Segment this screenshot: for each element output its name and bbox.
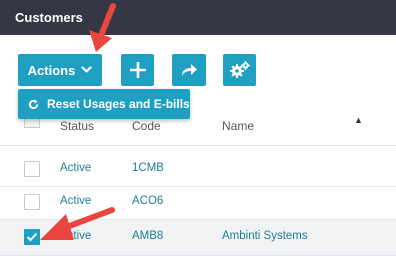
header-divider — [0, 145, 396, 146]
status-cell: Active — [60, 230, 92, 242]
name-cell[interactable]: Ambinti Systems — [222, 230, 308, 242]
menu-item-reset-usages[interactable]: Reset Usages and E-bills — [18, 89, 190, 119]
table-row[interactable]: Active 1CMB — [0, 152, 396, 187]
code-cell[interactable]: 1CMB — [132, 162, 164, 174]
status-cell: Active — [60, 162, 92, 174]
table-row[interactable]: Active ACO6 — [0, 185, 396, 220]
sort-ascending-icon[interactable]: ▲ — [354, 115, 363, 125]
status-cell: Active — [60, 195, 92, 207]
menu-item-label: Reset Usages and E-bills — [47, 97, 190, 111]
add-button[interactable] — [121, 54, 154, 86]
checkmark-icon — [26, 232, 38, 242]
row-divider — [0, 255, 396, 256]
row-checkbox-checked[interactable] — [24, 229, 40, 245]
select-all-checkbox[interactable] — [24, 119, 40, 128]
row-checkbox[interactable] — [24, 194, 40, 210]
code-cell[interactable]: AMB8 — [132, 230, 163, 242]
gears-icon — [229, 61, 250, 78]
refresh-icon — [28, 98, 39, 109]
table-row[interactable]: Active AMB8 Ambinti Systems — [0, 220, 396, 255]
column-header-code[interactable]: Code — [132, 119, 161, 133]
code-cell[interactable]: ACO6 — [132, 195, 163, 207]
plus-icon — [129, 62, 146, 78]
share-arrow-icon — [182, 64, 197, 76]
share-button[interactable] — [172, 54, 206, 86]
actions-dropdown-menu: Reset Usages and E-bills — [18, 89, 190, 119]
column-header-name[interactable]: Name — [222, 119, 254, 133]
app-header: Customers — [0, 0, 396, 35]
settings-button[interactable] — [223, 54, 256, 86]
chevron-down-icon — [81, 66, 92, 73]
actions-button[interactable]: Actions — [18, 54, 102, 86]
actions-button-label: Actions — [27, 62, 76, 78]
page-title: Customers — [15, 10, 83, 25]
column-header-status[interactable]: Status — [60, 119, 94, 133]
row-checkbox[interactable] — [24, 161, 40, 177]
